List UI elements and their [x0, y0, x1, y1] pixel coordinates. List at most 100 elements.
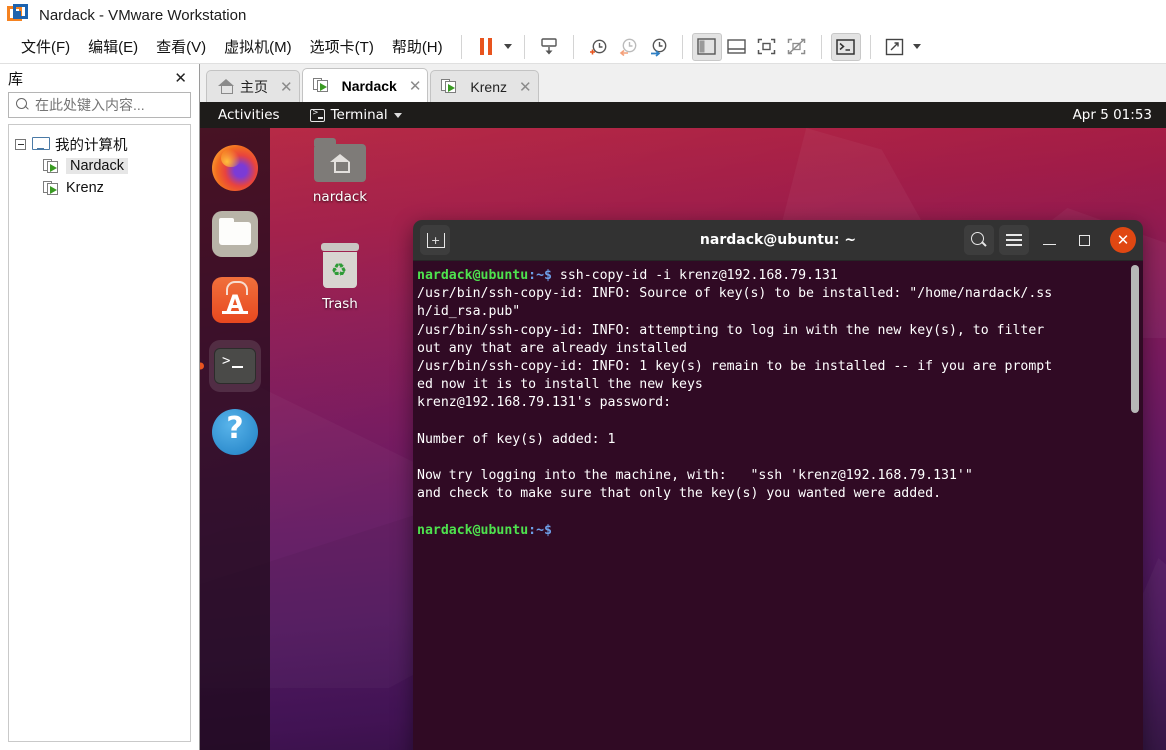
- tree-root-my-computer[interactable]: 我的计算机: [9, 133, 190, 155]
- trash-icon: ♻: [320, 243, 360, 289]
- sidebar-item-krenz[interactable]: Krenz: [9, 177, 190, 199]
- library-search-box[interactable]: [8, 92, 226, 118]
- menu-tabs[interactable]: 选项卡(T): [301, 34, 383, 59]
- tab-label: Krenz: [470, 78, 507, 95]
- tree-root-label: 我的计算机: [55, 137, 128, 154]
- menu-view[interactable]: 查看(V): [147, 34, 215, 59]
- show-thumbnail-bar-button[interactable]: [722, 33, 752, 61]
- dock-item-terminal[interactable]: >: [209, 340, 261, 392]
- snapshot-save-icon: [540, 37, 557, 54]
- search-icon: [971, 232, 987, 248]
- clock-back-icon: [619, 38, 637, 56]
- send-ctrl-alt-del-button[interactable]: [830, 32, 861, 61]
- desktop-icon-nardack[interactable]: nardack: [292, 138, 388, 205]
- maximize-icon: [1078, 234, 1090, 246]
- terminal-output: nardack@ubuntu:~$ ssh-copy-id -i krenz@1…: [417, 268, 1053, 538]
- terminal-body[interactable]: nardack@ubuntu:~$ ssh-copy-id -i krenz@1…: [413, 261, 1143, 750]
- tab-home[interactable]: 主页 ✕: [206, 70, 300, 102]
- menu-edit[interactable]: 编辑(E): [79, 34, 147, 59]
- show-console-view-button[interactable]: [752, 33, 782, 61]
- vm-icon: [43, 158, 60, 174]
- dock-item-ubuntu-software[interactable]: A: [209, 274, 261, 326]
- window-titlebar: Nardack - VMware Workstation: [0, 0, 1166, 30]
- fullscreen-dropdown[interactable]: [910, 33, 924, 61]
- menu-vm[interactable]: 虚拟机(M): [215, 34, 301, 59]
- console-view-icon: [757, 38, 776, 55]
- terminal-icon: >: [214, 348, 256, 384]
- home-folder-icon: [314, 138, 366, 182]
- show-library-button[interactable]: [691, 32, 722, 61]
- ubuntu-software-icon: A: [212, 277, 258, 323]
- tab-close-icon[interactable]: ✕: [274, 78, 293, 96]
- toolbar-separator: [820, 34, 822, 59]
- panel-bottom-icon: [727, 39, 746, 54]
- collapse-toggle-icon[interactable]: [15, 138, 26, 150]
- dock-item-help[interactable]: [209, 406, 261, 458]
- maximize-button[interactable]: [1069, 225, 1099, 255]
- terminal-window-controls: ✕: [964, 225, 1136, 255]
- close-button[interactable]: ✕: [1110, 227, 1136, 253]
- tab-nardack[interactable]: Nardack ✕: [301, 68, 429, 102]
- terminal-titlebar[interactable]: + nardack@ubuntu: ~ ✕: [413, 220, 1143, 261]
- revert-snapshot-button[interactable]: [613, 33, 643, 61]
- library-title: 库: [8, 70, 24, 88]
- main-body: 库 ✕ 我的计算机 Nardack: [0, 64, 1166, 750]
- vm-icon: [312, 78, 330, 93]
- app-menu-button[interactable]: Terminal: [309, 107, 402, 123]
- library-close-button[interactable]: ✕: [170, 69, 191, 87]
- minimize-button[interactable]: [1034, 225, 1064, 255]
- desktop-icon-label: nardack: [312, 189, 368, 205]
- help-icon: [212, 409, 258, 455]
- guest-screen: Activities Terminal Apr 5 01:53: [200, 102, 1166, 750]
- monitor-icon: [32, 137, 50, 151]
- vmware-workstation-window: Nardack - VMware Workstation 文件(F) 编辑(E)…: [0, 0, 1166, 750]
- fullscreen-button[interactable]: [880, 33, 910, 61]
- menu-help[interactable]: 帮助(H): [383, 34, 452, 59]
- suspend-button[interactable]: [471, 33, 501, 61]
- expand-arrows-icon: [885, 38, 904, 55]
- vm-tab-area: 主页 ✕ Nardack ✕ Krenz ✕ Activities > Term…: [200, 64, 1166, 750]
- terminal-icon: [309, 108, 325, 122]
- files-icon: [212, 211, 258, 257]
- clock[interactable]: Apr 5 01:53: [1073, 107, 1152, 123]
- console-hidden-icon: [787, 38, 806, 55]
- search-icon: [15, 97, 31, 113]
- library-tree: 我的计算机 Nardack Krenz: [8, 124, 191, 742]
- activities-button[interactable]: Activities: [212, 107, 286, 123]
- menu-file[interactable]: 文件(F): [12, 34, 79, 59]
- pause-icon: [479, 38, 492, 55]
- toolbar-separator: [869, 34, 871, 59]
- library-header: 库 ✕: [0, 64, 199, 92]
- tab-close-icon[interactable]: ✕: [513, 78, 532, 96]
- terminal-menu-button[interactable]: [999, 225, 1029, 255]
- new-tab-icon: +: [427, 232, 445, 248]
- search-input[interactable]: [35, 97, 216, 113]
- snapshot-manager-button[interactable]: [534, 33, 564, 61]
- desktop-wallpaper: A > ? nardack ♻ Trash + nardack@ubuntu: …: [200, 128, 1166, 750]
- tab-krenz[interactable]: Krenz ✕: [430, 70, 539, 102]
- tab-close-icon[interactable]: ✕: [403, 77, 422, 95]
- tab-label: 主页: [240, 78, 268, 95]
- terminal-search-button[interactable]: [964, 225, 994, 255]
- firefox-icon: [212, 145, 258, 191]
- suspend-dropdown[interactable]: [501, 33, 515, 61]
- clock-wrench-icon: [650, 38, 667, 57]
- terminal-scrollbar[interactable]: [1131, 265, 1139, 413]
- dock-item-files[interactable]: [209, 208, 261, 260]
- terminal-prompt-icon: [836, 38, 855, 55]
- new-tab-button[interactable]: +: [420, 225, 450, 255]
- manage-snapshots-button[interactable]: [643, 33, 673, 61]
- tab-bar: 主页 ✕ Nardack ✕ Krenz ✕: [200, 64, 1166, 102]
- minimize-icon: [1042, 243, 1056, 246]
- ubuntu-dock: A >: [200, 128, 270, 750]
- sidebar-item-nardack[interactable]: Nardack: [9, 155, 190, 177]
- take-snapshot-button[interactable]: [583, 33, 613, 61]
- desktop-icons: nardack ♻ Trash: [292, 138, 388, 350]
- desktop-icon-trash[interactable]: ♻ Trash: [292, 243, 388, 312]
- toolbar-separator: [572, 34, 574, 59]
- hide-console-view-button[interactable]: [782, 33, 812, 61]
- vm-icon: [441, 79, 458, 94]
- dock-item-firefox[interactable]: [209, 142, 261, 194]
- library-panel: 库 ✕ 我的计算机 Nardack: [0, 64, 226, 750]
- vm-icon: [43, 180, 60, 196]
